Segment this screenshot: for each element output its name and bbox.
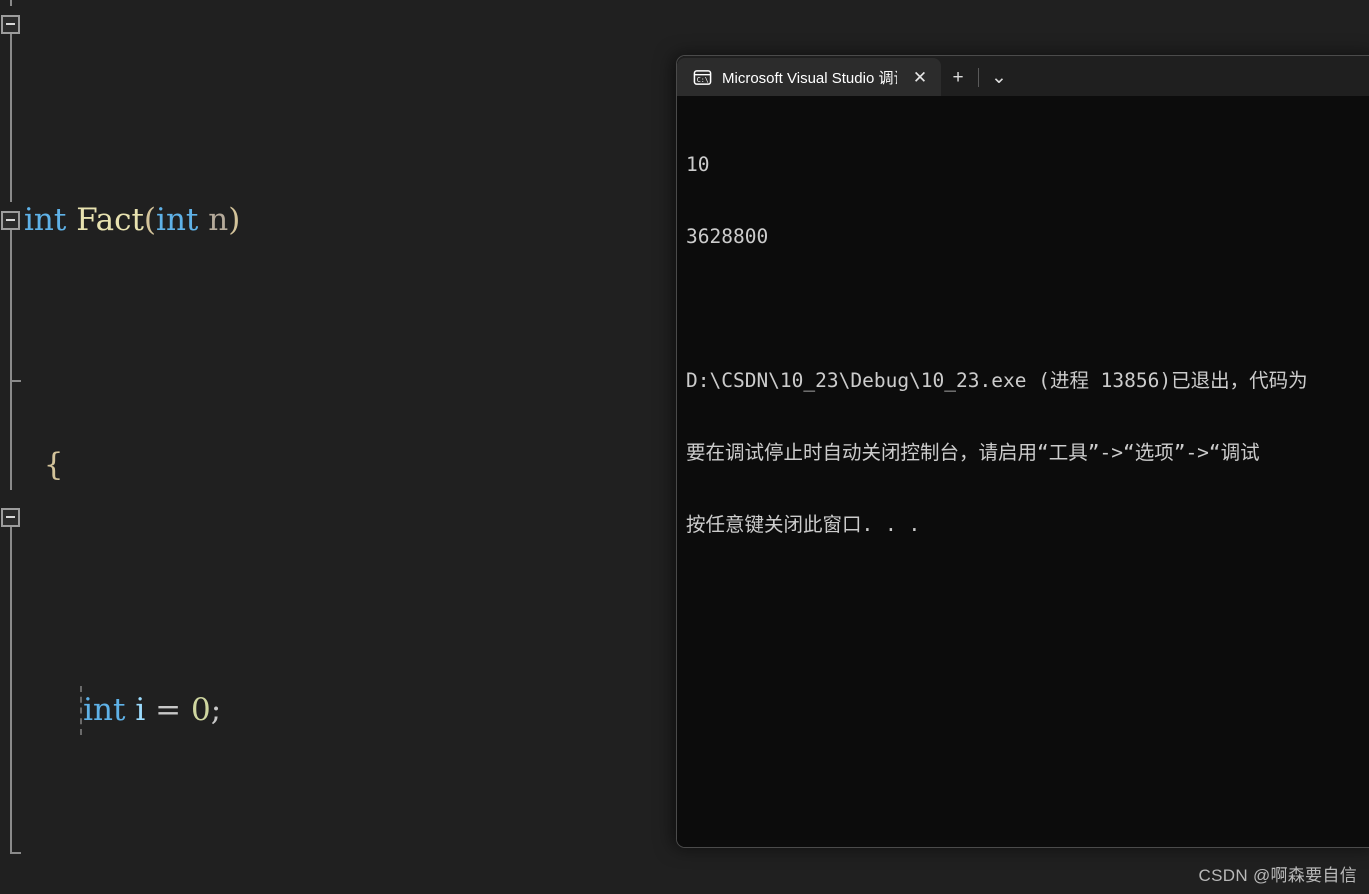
chevron-down-icon[interactable]: ⌄ <box>982 58 1016 96</box>
new-tab-button[interactable]: + <box>941 58 975 96</box>
fold-end-marker <box>10 852 21 854</box>
svg-text:C:\: C:\ <box>697 75 709 83</box>
screen: int Fact(int n) { int i = 0; int ret = 1… <box>0 0 1369 894</box>
collapse-icon-fact[interactable] <box>1 15 20 34</box>
toolbar-divider <box>978 68 979 87</box>
console-output-line: 按任意键关闭此窗口. . . <box>686 513 921 536</box>
fold-line <box>10 527 12 852</box>
collapse-icon-main[interactable] <box>1 508 20 527</box>
fold-line <box>10 0 12 6</box>
console-output-line: 10 <box>686 153 710 176</box>
watermark: CSDN @啊森要自信 <box>1198 866 1357 885</box>
console-output-line: 3628800 <box>686 225 769 248</box>
close-icon[interactable]: ✕ <box>907 64 933 90</box>
console-tab-title: Microsoft Visual Studio 调试控 <box>722 69 897 87</box>
fold-line <box>10 34 12 202</box>
console-output-line: 要在调试停止时自动关闭控制台，请启用“工具”->“选项”->“调试 <box>686 441 1260 464</box>
fold-line <box>10 382 12 490</box>
editor-folding-gutter[interactable] <box>0 0 22 894</box>
console-tab-active[interactable]: C:\ Microsoft Visual Studio 调试控 ✕ <box>677 58 941 96</box>
fold-line <box>10 230 12 380</box>
console-tab-bar[interactable]: C:\ Microsoft Visual Studio 调试控 ✕ + ⌄ <box>677 56 1369 96</box>
console-window[interactable]: C:\ Microsoft Visual Studio 调试控 ✕ + ⌄ 10… <box>676 55 1369 848</box>
console-icon: C:\ <box>693 68 712 87</box>
console-output-line: D:\CSDN\10_23\Debug\10_23.exe (进程 13856)… <box>686 369 1308 392</box>
console-output-blank <box>686 297 1369 321</box>
console-output[interactable]: 10 3628800 D:\CSDN\10_23\Debug\10_23.exe… <box>677 96 1369 847</box>
collapse-icon-for[interactable] <box>1 211 20 230</box>
